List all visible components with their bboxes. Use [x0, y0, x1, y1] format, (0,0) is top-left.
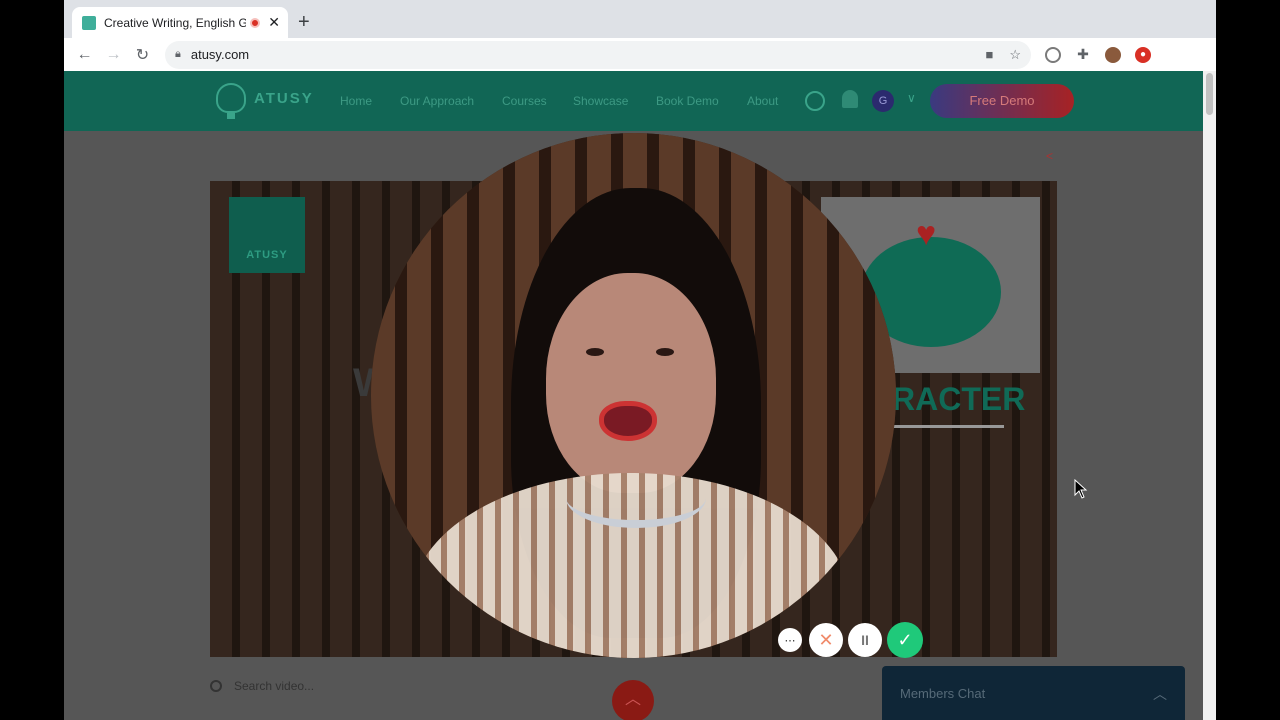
video-headline-right: RACTER — [892, 381, 1026, 417]
profile-avatar[interactable] — [1105, 46, 1121, 63]
webcam-eye-right — [656, 348, 674, 356]
nav-about[interactable]: About — [747, 94, 778, 108]
bookmark-star-icon[interactable]: ☆ — [1009, 47, 1021, 63]
bell-icon[interactable] — [842, 90, 858, 108]
heart-icon: ♥ — [916, 215, 937, 253]
search-icon — [210, 680, 222, 692]
site-favicon-icon — [82, 15, 96, 30]
nav-our-approach[interactable]: Our Approach — [400, 94, 474, 108]
webcam-shirt-neckline — [566, 468, 706, 528]
recorder-pause-button[interactable]: II — [848, 623, 882, 657]
tab-title: Creative Writing, English G — [104, 15, 247, 30]
tab-strip: Creative Writing, English G ✕ + — [64, 0, 1216, 38]
headline-underline — [892, 425, 1004, 428]
recorder-cancel-button[interactable]: ✕ — [809, 623, 843, 657]
nav-home[interactable]: Home — [340, 94, 372, 108]
browser-tab[interactable]: Creative Writing, English G ✕ — [72, 7, 288, 38]
nav-book-demo[interactable]: Book Demo — [656, 94, 719, 108]
free-demo-button[interactable]: Free Demo — [930, 84, 1074, 118]
camera-in-use-icon[interactable]: ■ — [985, 47, 993, 62]
more-icon: ⋯ — [784, 634, 796, 647]
pause-icon: II — [861, 632, 869, 648]
browser-toolbar: ← → ↻ 🔒︎ atusy.com ■ ☆ ✚ ● — [64, 38, 1216, 71]
lightbulb-icon — [216, 83, 246, 119]
recording-indicator-icon — [250, 17, 261, 28]
members-chat-label: Members Chat — [900, 686, 986, 701]
logo-text: ATUSY — [254, 89, 314, 107]
recorder-finish-button[interactable]: ✓ — [887, 622, 923, 658]
video-logo: ATUSY — [229, 197, 305, 273]
site-logo[interactable]: ATUSY — [216, 83, 314, 119]
whatsapp-icon[interactable] — [805, 91, 825, 111]
chevron-down-icon[interactable]: ∨ — [907, 91, 916, 105]
site-header: ATUSY Home Our Approach Courses Showcase… — [64, 71, 1203, 131]
chat-expand-icon[interactable]: ︿ — [1153, 684, 1167, 704]
nav-courses[interactable]: Courses — [502, 94, 547, 108]
page-scrollbar[interactable] — [1203, 71, 1216, 720]
scroll-top-button[interactable]: ︿ — [612, 680, 654, 720]
webcam-bubble[interactable] — [371, 133, 896, 658]
address-bar[interactable]: 🔒︎ atusy.com ■ ☆ — [165, 40, 1031, 69]
extension-red-icon[interactable]: ● — [1135, 46, 1151, 63]
user-avatar[interactable]: G — [872, 90, 894, 112]
lock-icon: 🔒︎ — [175, 48, 181, 60]
extension-recorder-icon[interactable] — [1045, 46, 1061, 63]
webcam-person-face — [546, 273, 716, 493]
recorder-more-button[interactable]: ⋯ — [778, 628, 802, 652]
address-url[interactable]: atusy.com — [191, 47, 970, 62]
webcam-eye-left — [586, 348, 604, 356]
webcam-person-mouth — [599, 401, 657, 441]
scrollbar-thumb[interactable] — [1206, 73, 1213, 115]
check-icon: ✓ — [897, 629, 913, 650]
forward-button[interactable]: → — [99, 46, 128, 64]
close-icon: ✕ — [818, 629, 834, 650]
extensions-puzzle-icon[interactable]: ✚ — [1075, 46, 1091, 63]
reload-button[interactable]: ↻ — [128, 45, 157, 65]
search-placeholder[interactable]: Search video... — [234, 679, 314, 693]
chevron-up-icon: ︿ — [624, 691, 641, 708]
members-chat-bar[interactable]: Members Chat ︿ — [882, 666, 1185, 720]
back-button[interactable]: ← — [70, 46, 99, 64]
video-search[interactable]: Search video... — [210, 679, 314, 693]
tab-close-icon[interactable]: ✕ — [268, 14, 280, 31]
nav-showcase[interactable]: Showcase — [573, 94, 628, 108]
new-tab-button[interactable]: + — [298, 11, 310, 34]
share-icon[interactable]: < — [1046, 149, 1053, 163]
